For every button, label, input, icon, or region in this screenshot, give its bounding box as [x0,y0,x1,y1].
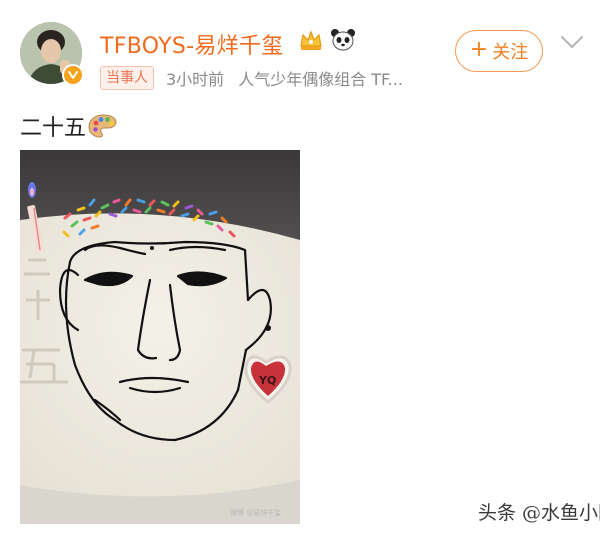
author-name[interactable]: TFBOYS-易烊千玺 [100,28,284,60]
chevron-down-icon[interactable] [560,34,584,50]
post-text: 二十五 [20,110,118,142]
post-header: TFBOYS-易烊千玺 当事人 3小时前 人气少年偶像组合 TF... + 关注 [0,0,600,100]
post-source[interactable]: 人气少年偶像组合 TF... [238,66,403,90]
cake-illustration: YQ [20,150,300,524]
post-time: 3小时前 [166,70,225,89]
verified-badge [62,64,84,86]
participant-tag: 当事人 [100,66,154,90]
post-image[interactable]: YQ [20,150,300,524]
crown-icon[interactable] [298,28,324,52]
author-avatar[interactable] [20,22,84,86]
palette-emoji-icon [88,114,117,138]
panda-icon[interactable] [330,28,356,52]
post-meta: 当事人 3小时前 人气少年偶像组合 TF... [100,66,403,90]
verified-check-icon [68,71,78,79]
follow-label: 关注 [492,42,529,63]
follow-button[interactable]: + 关注 [455,30,543,72]
plus-icon: + [469,37,489,62]
post-text-content: 二十五 [20,116,87,141]
heart-text: YQ [258,374,276,387]
site-watermark: 头条 @水鱼小网 [478,502,600,524]
image-watermark: 微博 @易烊千玺 [230,509,282,517]
author-badges [298,28,356,52]
